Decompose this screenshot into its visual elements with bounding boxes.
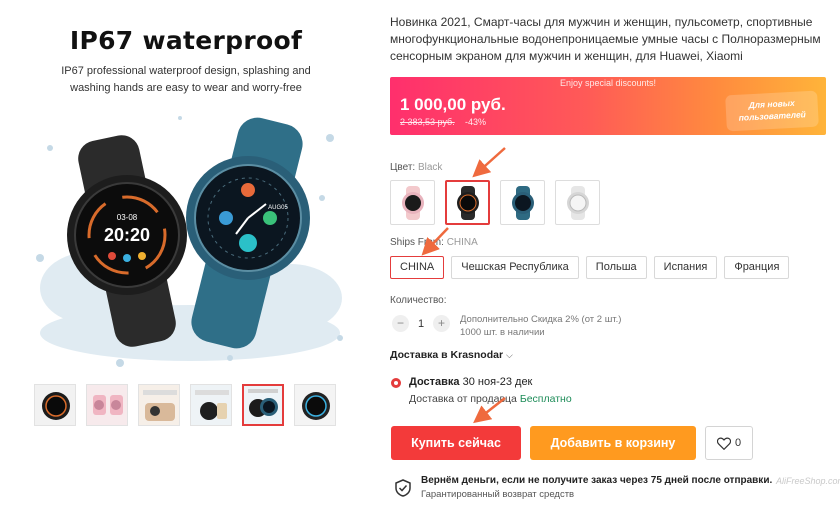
new-user-promo-badge: Для новых пользователей [725,90,819,132]
shield-check-icon [395,479,411,497]
thumbnail-6[interactable] [294,384,336,426]
thumbnail-1[interactable] [34,384,76,426]
ships-from-label-row: Ships From: CHINA [390,237,478,248]
delivery-shipping: Доставка от продавца Бесплатно [409,393,572,405]
old-price: 2 383,53 руб. [400,117,455,127]
ships-from-label: Ships From: [390,237,444,248]
color-label: Цвет: [390,162,416,173]
heart-icon [716,437,731,450]
watch-date-text: 03-08 [117,213,138,222]
hero-title: IP67 waterproof [69,26,303,55]
delivery-title: Доставка [409,376,460,388]
color-option-silver[interactable] [555,180,600,225]
guarantee-title: Вернём деньги, если не получите заказ че… [421,475,773,486]
color-option-blue[interactable] [500,180,545,225]
quantity-minus-button[interactable]: − [392,315,409,332]
quantity-plus-button[interactable]: + [433,315,450,332]
watch-time-text: 20:20 [104,225,150,245]
hero-subtitle: IP67 professional waterproof design, spl… [61,65,311,94]
ship-option-france[interactable]: Франция [724,256,790,279]
chevron-down-icon: ⌵ [505,350,513,360]
quantity-info: Дополнительно Скидка 2% (от 2 шт.) 1000 … [460,313,621,339]
ship-option-china[interactable]: CHINA [390,256,445,279]
ships-from-options: CHINA Чешская Республика Польша Испания … [390,256,790,279]
ships-from-value: CHINA [446,237,478,248]
color-options [390,180,600,225]
thumbnail-3[interactable] [138,384,180,426]
delivery-price: Бесплатно [519,393,572,405]
color-label-row: Цвет: Black [390,162,442,173]
ship-option-spain[interactable]: Испания [653,256,718,279]
thumbnail-2[interactable] [86,384,128,426]
watch-date-2-text: AUG05 [268,205,288,211]
special-discount-label: Enjoy special discounts! [559,78,657,88]
color-value: Black [417,162,443,173]
discount-percent: -43% [465,117,487,127]
ship-option-poland[interactable]: Польша [585,256,647,279]
color-option-pink[interactable] [390,180,435,225]
buy-now-button[interactable]: Купить сейчас [391,426,521,460]
product-hero-image: IP67 waterproof IP67 professional waterp… [0,0,360,378]
arrow-to-color [472,147,506,178]
price-banner: Enjoy special discounts! 1 000,00 руб. 2… [390,77,826,135]
guarantee-subtitle: Гарантированный возврат средств [421,489,575,500]
quantity-label: Количество: [390,295,447,306]
color-option-black[interactable] [445,180,490,225]
delivery-radio[interactable] [391,378,401,388]
thumbnail-strip [34,384,336,428]
delivery-option: Доставка 30 ноя-23 дек [409,376,532,388]
quantity-discount-text: Дополнительно Скидка 2% (от 2 шт.) [460,314,622,325]
wishlist-button[interactable]: 0 [705,426,753,460]
thumbnail-5[interactable] [242,384,284,426]
ship-option-czech[interactable]: Чешская Республика [451,256,579,279]
product-title: Новинка 2021, Смарт-часы для мужчин и же… [390,15,821,63]
thumbnail-4[interactable] [190,384,232,426]
quantity-stepper: − 1 + [392,315,450,332]
stock-text: 1000 шт. в наличии [460,327,545,338]
delivery-location-text: Доставка в Krasnodar [390,349,504,361]
current-price: 1 000,00 руб. [400,95,506,114]
delivery-dates: 30 ноя-23 дек [462,376,533,388]
delivery-from-text: Доставка от продавца [409,393,517,405]
wishlist-count: 0 [734,437,742,449]
add-to-cart-button[interactable]: Добавить в корзину [530,426,696,460]
quantity-value[interactable]: 1 [418,318,424,330]
delivery-location-selector[interactable]: Доставка в Krasnodar ⌵ [390,349,513,361]
watermark: AliFreeShop.com [776,476,840,486]
watches-splash-illustration: 03-08 20:20 AUG05 [36,116,343,367]
